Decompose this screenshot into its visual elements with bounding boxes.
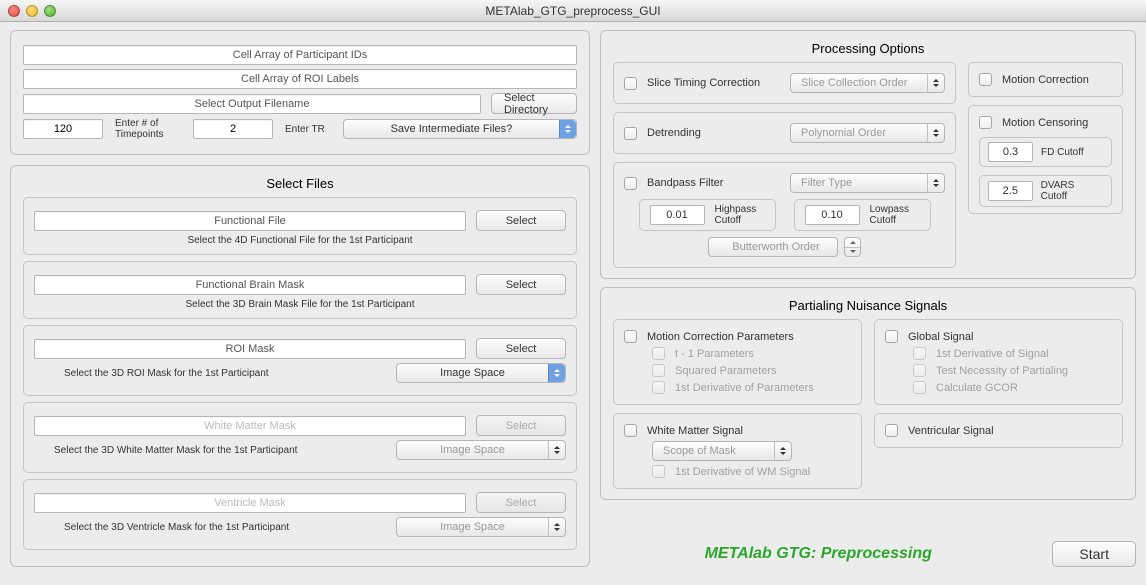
- g-gcor-checkbox[interactable]: [913, 381, 926, 394]
- group-roimask: ROI Mask Select Select the 3D ROI Mask f…: [23, 325, 577, 396]
- g-test-checkbox[interactable]: [913, 364, 926, 377]
- group-bandpass: Bandpass Filter Filter Type 0.01 Highpas…: [613, 162, 956, 268]
- roimask-select-button[interactable]: Select: [476, 338, 566, 359]
- select-files-title: Select Files: [23, 176, 577, 191]
- vent-signal-checkbox[interactable]: [885, 424, 898, 437]
- bandpass-label: Bandpass Filter: [647, 177, 723, 189]
- detrending-label: Detrending: [647, 127, 701, 139]
- group-motion-censoring: Motion Censoring 0.3 FD Cutoff 2.5 DVARS…: [968, 105, 1123, 214]
- chevron-updown-icon: [548, 518, 565, 536]
- group-detrending: Detrending Polynomial Order: [613, 112, 956, 154]
- roimask-hint: Select the 3D ROI Mask for the 1st Parti…: [34, 368, 386, 379]
- butterworth-stepper[interactable]: [844, 237, 861, 257]
- functional-hint: Select the 4D Functional File for the 1s…: [34, 235, 566, 246]
- start-button[interactable]: Start: [1052, 541, 1136, 567]
- g-d1-checkbox[interactable]: [913, 347, 926, 360]
- motion-params-checkbox[interactable]: [624, 330, 637, 343]
- output-filename-input[interactable]: Select Output Filename: [23, 94, 481, 114]
- chevron-updown-icon: [927, 74, 944, 92]
- chevron-updown-icon: [548, 441, 565, 459]
- group-motion-params: Motion Correction Parameters t - 1 Param…: [613, 319, 862, 405]
- wm-d1-checkbox[interactable]: [652, 465, 665, 478]
- d1-checkbox[interactable]: [652, 381, 665, 394]
- vent-hint: Select the 3D Ventricle Mask for the 1st…: [34, 522, 386, 533]
- group-wm: White Matter Mask Select Select the 3D W…: [23, 402, 577, 473]
- functional-select-button[interactable]: Select: [476, 210, 566, 231]
- chevron-updown-icon: [774, 442, 791, 460]
- select-directory-button[interactable]: Select Directory: [491, 93, 577, 114]
- bandpass-checkbox[interactable]: [624, 177, 637, 190]
- wm-hint: Select the 3D White Matter Mask for the …: [34, 445, 386, 456]
- close-icon[interactable]: [8, 5, 20, 17]
- fd-cutoff-input[interactable]: 0.3: [988, 142, 1033, 162]
- dvars-cutoff-label: DVARS Cutoff: [1041, 180, 1103, 202]
- group-brainmask: Functional Brain Mask Select Select the …: [23, 261, 577, 319]
- wm-input[interactable]: White Matter Mask: [34, 416, 466, 436]
- roimask-space-dropdown[interactable]: Image Space: [396, 363, 566, 383]
- save-intermediate-dropdown[interactable]: Save Intermediate Files?: [343, 119, 577, 139]
- tr-input[interactable]: 2: [193, 119, 273, 139]
- panel-select-files: Select Files Functional File Select Sele…: [10, 165, 590, 567]
- panel-partialing: Partialing Nuisance Signals Motion Corre…: [600, 287, 1136, 500]
- chevron-updown-icon: [559, 120, 576, 138]
- chevron-updown-icon: [927, 174, 944, 192]
- timepoints-label: Enter # of Timepoints: [115, 118, 175, 140]
- brainmask-select-button[interactable]: Select: [476, 274, 566, 295]
- brainmask-hint: Select the 3D Brain Mask File for the 1s…: [34, 299, 566, 310]
- group-vent: Ventricle Mask Select Select the 3D Vent…: [23, 479, 577, 550]
- roimask-input[interactable]: ROI Mask: [34, 339, 466, 359]
- slice-timing-label: Slice Timing Correction: [647, 77, 760, 89]
- panel-basic-params: Cell Array of Participant IDs Cell Array…: [10, 30, 590, 155]
- detrending-checkbox[interactable]: [624, 127, 637, 140]
- slice-timing-checkbox[interactable]: [624, 77, 637, 90]
- wm-scope-dropdown[interactable]: Scope of Mask: [652, 441, 792, 461]
- partialing-title: Partialing Nuisance Signals: [613, 298, 1123, 313]
- chevron-updown-icon: [927, 124, 944, 142]
- wm-select-button[interactable]: Select: [476, 415, 566, 436]
- group-slice-timing: Slice Timing Correction Slice Collection…: [613, 62, 956, 104]
- brainmask-input[interactable]: Functional Brain Mask: [34, 275, 466, 295]
- window-title: METAlab_GTG_preprocess_GUI: [0, 4, 1146, 18]
- motion-censoring-label: Motion Censoring: [1002, 117, 1088, 129]
- poly-order-dropdown[interactable]: Polynomial Order: [790, 123, 945, 143]
- slice-order-dropdown[interactable]: Slice Collection Order: [790, 73, 945, 93]
- wm-signal-checkbox[interactable]: [624, 424, 637, 437]
- panel-processing: Processing Options Slice Timing Correcti…: [600, 30, 1136, 279]
- timepoints-input[interactable]: 120: [23, 119, 103, 139]
- participant-ids-input[interactable]: Cell Array of Participant IDs: [23, 45, 577, 65]
- global-signal-checkbox[interactable]: [885, 330, 898, 343]
- vent-space-dropdown[interactable]: Image Space: [396, 517, 566, 537]
- highpass-label: Highpass Cutoff: [715, 204, 765, 226]
- vent-input[interactable]: Ventricle Mask: [34, 493, 466, 513]
- processing-title: Processing Options: [613, 41, 1123, 56]
- dvars-cutoff-input[interactable]: 2.5: [988, 181, 1033, 201]
- wm-space-dropdown[interactable]: Image Space: [396, 440, 566, 460]
- roi-labels-input[interactable]: Cell Array of ROI Labels: [23, 69, 577, 89]
- motion-correction-label: Motion Correction: [1002, 74, 1089, 86]
- group-vent-signal: Ventricular Signal: [874, 413, 1123, 448]
- lowpass-label: Lowpass Cutoff: [870, 204, 920, 226]
- group-global-signal: Global Signal 1st Derivative of Signal T…: [874, 319, 1123, 405]
- highpass-input[interactable]: 0.01: [650, 205, 705, 225]
- butterworth-order-dropdown[interactable]: Butterworth Order: [708, 237, 838, 257]
- brand-label: METAlab GTG: Preprocessing: [600, 545, 1036, 563]
- minimize-icon[interactable]: [26, 5, 38, 17]
- vent-select-button[interactable]: Select: [476, 492, 566, 513]
- group-functional: Functional File Select Select the 4D Fun…: [23, 197, 577, 255]
- t1-checkbox[interactable]: [652, 347, 665, 360]
- sq-checkbox[interactable]: [652, 364, 665, 377]
- motion-correction-checkbox[interactable]: [979, 73, 992, 86]
- chevron-updown-icon: [548, 364, 565, 382]
- filter-type-dropdown[interactable]: Filter Type: [790, 173, 945, 193]
- group-motion-correction: Motion Correction: [968, 62, 1123, 97]
- fd-cutoff-label: FD Cutoff: [1041, 147, 1084, 158]
- zoom-icon[interactable]: [44, 5, 56, 17]
- tr-label: Enter TR: [285, 124, 325, 135]
- motion-censoring-checkbox[interactable]: [979, 116, 992, 129]
- group-wm-signal: White Matter Signal Scope of Mask 1st De…: [613, 413, 862, 489]
- functional-file-input[interactable]: Functional File: [34, 211, 466, 231]
- lowpass-input[interactable]: 0.10: [805, 205, 860, 225]
